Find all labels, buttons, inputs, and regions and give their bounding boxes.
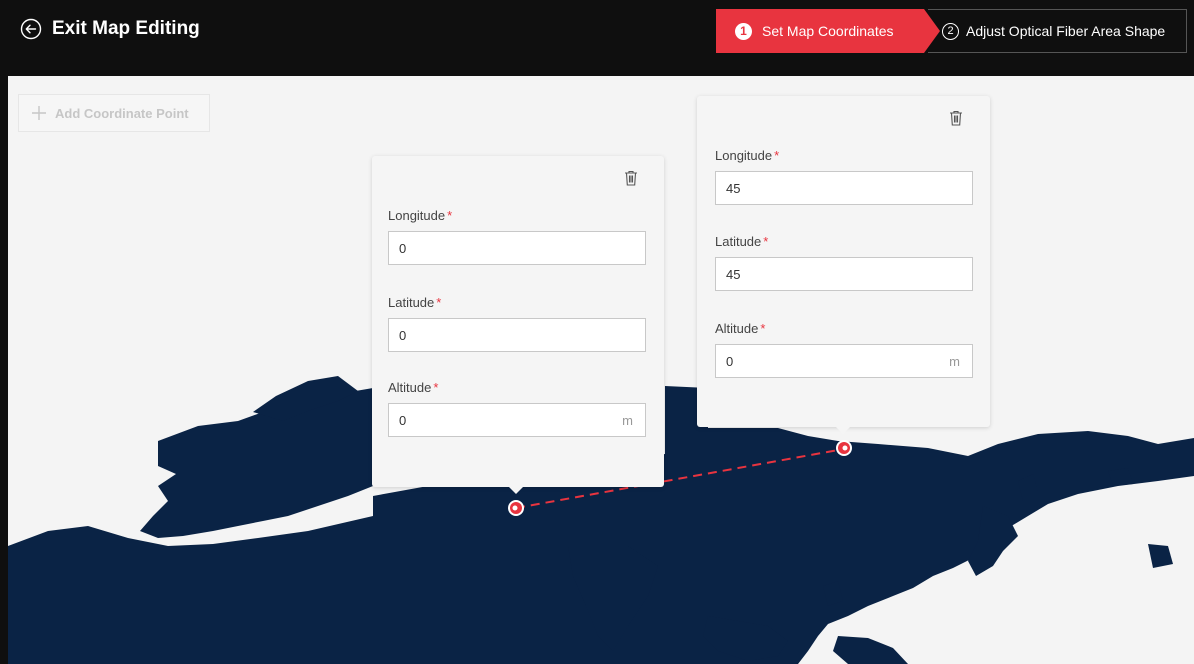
coordinate-point-card: Longitude * 45 Latitude * 45 Altitude * 0m bbox=[697, 96, 990, 434]
top-bar: Exit Map Editing 1 Set Map Coordinates 2… bbox=[0, 0, 1194, 76]
altitude-label: Altitude * bbox=[388, 380, 439, 395]
trash-icon bbox=[950, 110, 962, 126]
longitude-input[interactable]: 0 bbox=[388, 231, 646, 265]
altitude-label: Altitude * bbox=[715, 321, 766, 336]
add-coordinate-point-button[interactable]: Add Coordinate Point bbox=[18, 94, 210, 132]
altitude-unit: m bbox=[622, 412, 633, 428]
step-number-2: 2 bbox=[942, 22, 959, 40]
step-number-1: 1 bbox=[735, 22, 752, 40]
map-marker-icon bbox=[836, 440, 852, 456]
step-set-map-coordinates[interactable]: 1 Set Map Coordinates bbox=[716, 9, 924, 53]
delete-point-button[interactable] bbox=[624, 170, 638, 191]
plus-icon bbox=[32, 106, 46, 120]
map-land-islands-2 bbox=[833, 636, 908, 664]
longitude-label: Longitude * bbox=[388, 208, 453, 223]
trash-icon bbox=[625, 170, 637, 186]
exit-label: Exit Map Editing bbox=[52, 18, 200, 39]
card-pointer bbox=[509, 487, 523, 494]
longitude-label: Longitude * bbox=[715, 148, 780, 163]
altitude-input[interactable]: 0m bbox=[388, 403, 646, 437]
delete-point-button[interactable] bbox=[949, 110, 963, 131]
map-land-island-small-2 bbox=[1148, 544, 1173, 568]
latitude-input[interactable]: 45 bbox=[715, 257, 973, 291]
card-pointer bbox=[836, 427, 850, 434]
latitude-label: Latitude * bbox=[388, 295, 442, 310]
step-label-1: Set Map Coordinates bbox=[762, 23, 894, 39]
step-adjust-fiber-area[interactable]: 2 Adjust Optical Fiber Area Shape bbox=[928, 9, 1187, 53]
map-canvas[interactable]: Add Coordinate Point Longitude * 0 Latitu… bbox=[8, 76, 1194, 664]
coordinate-point-card: Longitude * 0 Latitude * 0 Altitude * 0m bbox=[372, 156, 664, 494]
add-point-label: Add Coordinate Point bbox=[55, 105, 189, 121]
latitude-input[interactable]: 0 bbox=[388, 318, 646, 352]
altitude-input[interactable]: 0m bbox=[715, 344, 973, 378]
step-indicator: 1 Set Map Coordinates 2 Adjust Optical F… bbox=[716, 9, 1188, 53]
longitude-input[interactable]: 45 bbox=[715, 171, 973, 205]
step-label-2: Adjust Optical Fiber Area Shape bbox=[966, 23, 1166, 39]
latitude-label: Latitude * bbox=[715, 234, 769, 249]
altitude-unit: m bbox=[949, 353, 960, 369]
back-arrow-icon bbox=[20, 18, 42, 40]
map-marker-icon bbox=[508, 500, 524, 516]
exit-map-editing-button[interactable]: Exit Map Editing bbox=[20, 18, 200, 40]
